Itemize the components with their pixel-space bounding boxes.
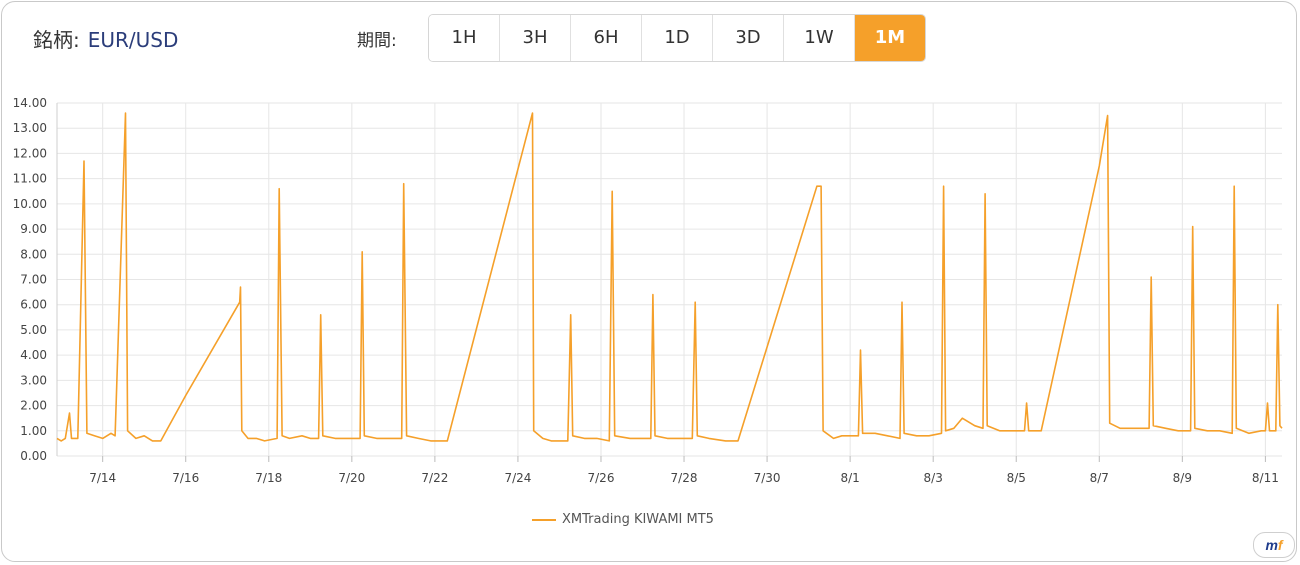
- x-axis-ticks: 7/14 7/16 7/18 7/20 7/22 7/24 7/26 7/28 7/30 8/1 8…: [89, 471, 1279, 485]
- y-tick-label: 10.00: [13, 197, 47, 211]
- x-tick-label: 7/26: [588, 471, 615, 485]
- series-line: [56, 112, 1283, 442]
- x-tick-label: 8/7: [1090, 471, 1109, 485]
- y-axis-ticks: 0.00 1.00 2.00 3.00 4.00 5.00 6.00 7.00 8.00 9.00…: [13, 96, 47, 463]
- y-tick-label: 1.00: [20, 424, 47, 438]
- chart-grid: [56, 102, 1282, 462]
- x-tick-label: 8/9: [1173, 471, 1192, 485]
- y-tick-label: 8.00: [20, 247, 47, 261]
- x-tick-label: 7/24: [504, 471, 531, 485]
- x-tick-label: 8/11: [1252, 471, 1279, 485]
- y-tick-label: 11.00: [13, 172, 47, 186]
- y-tick-label: 4.00: [20, 348, 47, 362]
- brand-logo: mf: [1253, 532, 1295, 558]
- y-tick-label: 7.00: [20, 273, 47, 287]
- spread-line-chart: 0.00 1.00 2.00 3.00 4.00 5.00 6.00 7.00 8.00 9.00…: [13, 96, 1283, 485]
- x-tick-label: 8/5: [1007, 471, 1026, 485]
- y-tick-label: 2.00: [20, 399, 47, 413]
- y-tick-label: 12.00: [13, 146, 47, 160]
- x-tick-label: 8/1: [840, 471, 859, 485]
- y-tick-label: 0.00: [20, 449, 47, 463]
- x-tick-label: 8/3: [924, 471, 943, 485]
- x-tick-label: 7/28: [671, 471, 698, 485]
- x-tick-label: 7/18: [255, 471, 282, 485]
- x-tick-label: 7/30: [754, 471, 781, 485]
- y-tick-label: 14.00: [13, 96, 47, 110]
- x-tick-label: 7/14: [89, 471, 116, 485]
- chart-legend[interactable]: XMTrading KIWAMI MT5: [532, 512, 714, 527]
- y-tick-label: 3.00: [20, 373, 47, 387]
- legend-swatch: [532, 518, 556, 521]
- x-tick-label: 7/16: [172, 471, 199, 485]
- y-tick-label: 13.00: [13, 121, 47, 135]
- y-tick-label: 5.00: [20, 323, 47, 337]
- chart-series: [56, 112, 1283, 442]
- legend-label: XMTrading KIWAMI MT5: [562, 512, 714, 527]
- y-tick-label: 9.00: [20, 222, 47, 236]
- y-tick-label: 6.00: [20, 298, 47, 312]
- x-tick-label: 7/22: [421, 471, 448, 485]
- x-tick-label: 7/20: [338, 471, 365, 485]
